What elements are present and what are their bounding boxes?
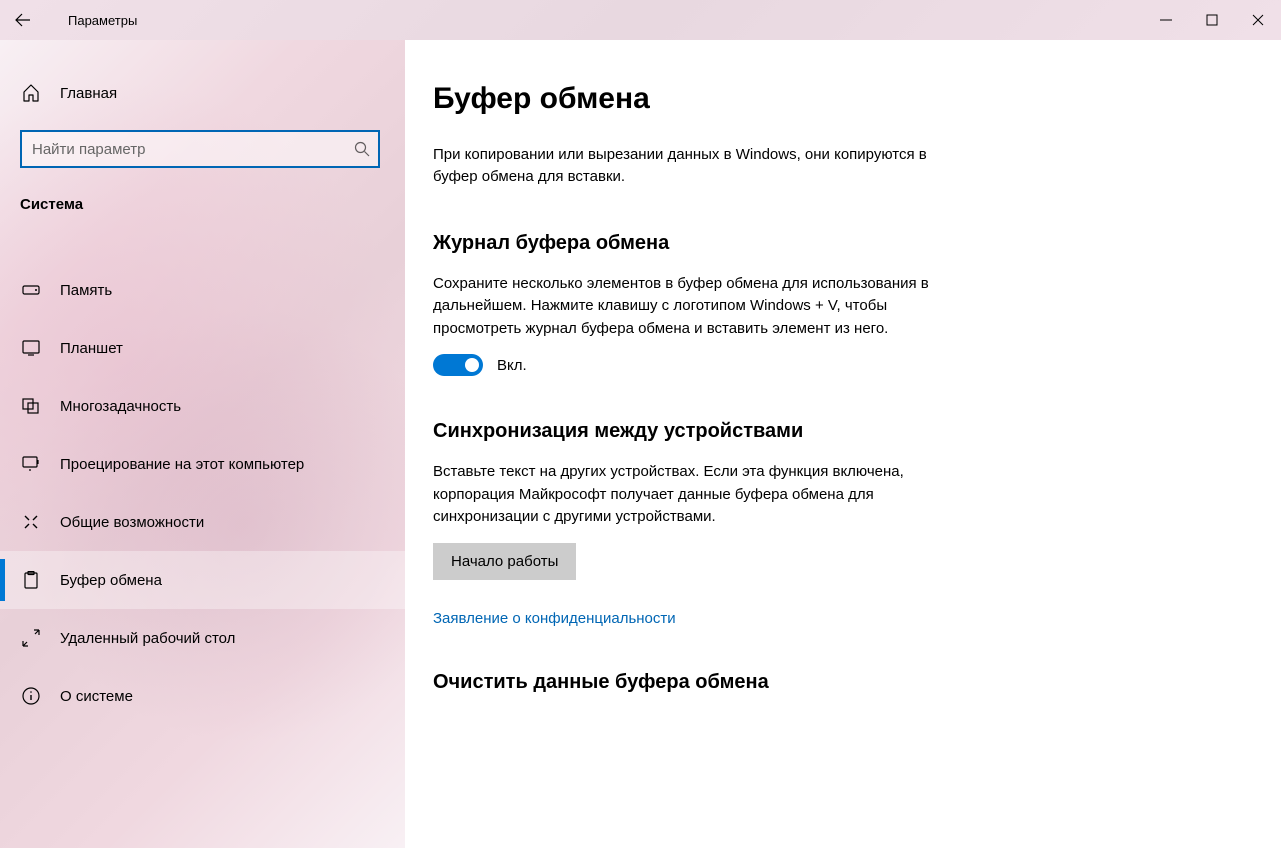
sidebar-item-label: Планшет (60, 340, 123, 357)
search-input[interactable] (32, 141, 354, 158)
minimize-icon (1160, 14, 1172, 26)
page-title: Буфер обмена (433, 82, 1241, 116)
title-bar: Параметры (0, 0, 1281, 40)
remote-desktop-icon (20, 629, 42, 647)
toggle-knob (465, 358, 479, 372)
clipboard-history-toggle[interactable] (433, 354, 483, 376)
projecting-icon (20, 456, 42, 472)
sidebar-home-label: Главная (60, 85, 117, 102)
get-started-button[interactable]: Начало работы (433, 543, 576, 580)
clipboard-icon (20, 571, 42, 589)
toggle-label: Вкл. (497, 357, 527, 374)
section3-title: Очистить данные буфера обмена (433, 671, 1241, 694)
sidebar-item-projecting[interactable]: Проецирование на этот компьютер (0, 435, 405, 493)
titlebar-left: Параметры (0, 0, 137, 40)
search-icon (354, 141, 370, 157)
close-button[interactable] (1235, 0, 1281, 40)
minimize-button[interactable] (1143, 0, 1189, 40)
search-wrap (0, 130, 405, 182)
sidebar-nav: Память Планшет Многозадачность Проециров… (0, 261, 405, 725)
sidebar-item-label: О системе (60, 688, 133, 705)
sidebar-item-clipboard[interactable]: Буфер обмена (0, 551, 405, 609)
sidebar: Главная Система Память Планшет (0, 40, 405, 848)
sidebar-item-label: Память (60, 282, 112, 299)
back-button[interactable] (0, 0, 46, 40)
sidebar-item-tablet[interactable]: Планшет (0, 319, 405, 377)
search-box[interactable] (20, 130, 380, 168)
info-icon (20, 687, 42, 705)
section1-desc: Сохраните несколько элементов в буфер об… (433, 273, 973, 341)
tablet-icon (20, 340, 42, 356)
maximize-button[interactable] (1189, 0, 1235, 40)
sidebar-home[interactable]: Главная (0, 70, 405, 116)
arrow-left-icon (15, 12, 31, 28)
page-intro: При копировании или вырезании данных в W… (433, 144, 973, 188)
section2-title: Синхронизация между устройствами (433, 420, 1241, 443)
sidebar-item-remote-desktop[interactable]: Удаленный рабочий стол (0, 609, 405, 667)
close-icon (1252, 14, 1264, 26)
window-title: Параметры (68, 13, 137, 28)
sidebar-item-multitasking[interactable]: Многозадачность (0, 377, 405, 435)
sidebar-item-label: Удаленный рабочий стол (60, 630, 235, 647)
sidebar-item-shared[interactable]: Общие возможности (0, 493, 405, 551)
maximize-icon (1206, 14, 1218, 26)
sidebar-category: Система (0, 182, 405, 227)
privacy-link[interactable]: Заявление о конфиденциальности (433, 610, 676, 627)
section2-desc: Вставьте текст на других устройствах. Ес… (433, 461, 973, 529)
home-icon (20, 84, 42, 102)
sidebar-item-label: Общие возможности (60, 514, 204, 531)
storage-icon (20, 283, 42, 297)
sidebar-item-label: Многозадачность (60, 398, 181, 415)
shared-icon (20, 513, 42, 531)
content-area: Буфер обмена При копировании или вырезан… (405, 40, 1281, 848)
window-controls (1143, 0, 1281, 40)
section1-title: Журнал буфера обмена (433, 232, 1241, 255)
sidebar-item-label: Буфер обмена (60, 572, 162, 589)
sidebar-item-storage[interactable]: Память (0, 261, 405, 319)
sidebar-item-label: Проецирование на этот компьютер (60, 456, 304, 473)
multitasking-icon (20, 398, 42, 414)
sidebar-item-about[interactable]: О системе (0, 667, 405, 725)
main-container: Главная Система Память Планшет (0, 40, 1281, 848)
clipboard-history-toggle-row: Вкл. (433, 354, 1241, 376)
